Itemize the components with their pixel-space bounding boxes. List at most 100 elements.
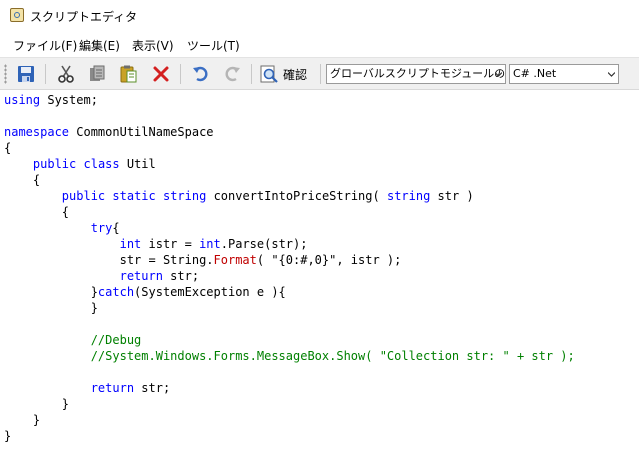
code-token: str;	[134, 381, 171, 395]
code-token: str;	[162, 269, 200, 283]
code-line: str = String.Format( "{0:#,0}", istr );	[4, 252, 402, 268]
module-select-value: グローバルスクリプトモジュールのエ	[330, 67, 506, 80]
code-token: }	[4, 285, 98, 299]
copy-icon	[90, 65, 105, 81]
language-select[interactable]: C# .Net	[509, 64, 619, 84]
redo-button[interactable]	[220, 62, 244, 86]
save-button[interactable]	[14, 62, 38, 86]
code-token: int	[119, 237, 142, 251]
code-token: Util	[119, 157, 156, 171]
code-token: {	[4, 173, 41, 187]
code-token: using	[4, 93, 41, 107]
code-line: }catch(SystemException e ){	[4, 284, 286, 300]
code-line: {	[4, 204, 69, 220]
code-line: using System;	[4, 92, 98, 108]
module-select[interactable]: グローバルスクリプトモジュールのエ	[326, 64, 506, 84]
code-token: namespace	[4, 125, 70, 139]
code-token: int	[199, 237, 221, 251]
language-select-value: C# .Net	[513, 67, 557, 80]
cut-button[interactable]	[54, 62, 78, 86]
code-token: class	[83, 157, 120, 171]
code-line: public static string convertIntoPriceStr…	[4, 188, 474, 204]
code-token: {	[4, 205, 70, 219]
code-token: {	[112, 221, 120, 235]
save-icon	[18, 66, 34, 82]
magnifier-icon	[260, 65, 278, 83]
chevron-down-icon	[495, 72, 502, 77]
code-line: }	[4, 396, 69, 412]
confirm-button[interactable]: 確認	[259, 62, 315, 86]
undo-button[interactable]	[189, 62, 213, 86]
menu-edit[interactable]: 編集(E)	[79, 37, 120, 54]
toolbar-grip[interactable]	[4, 64, 7, 84]
copy-button[interactable]	[85, 62, 109, 86]
code-token: convertIntoPriceString(	[206, 189, 387, 203]
toolbar-separator	[251, 64, 252, 84]
code-line: return str;	[4, 380, 170, 396]
code-token: public	[61, 189, 106, 203]
menu-tools[interactable]: ツール(T)	[187, 37, 240, 54]
code-token: string	[386, 189, 431, 203]
code-token: static	[112, 189, 156, 203]
code-line: }	[4, 300, 98, 316]
redo-icon	[225, 66, 240, 82]
code-token: //Debug	[90, 333, 142, 347]
title-bar: スクリプトエディタ	[0, 0, 639, 31]
code-token: }	[4, 397, 70, 411]
code-token: //System.Windows.Forms.MessageBox.Show( …	[90, 349, 575, 363]
code-line: //System.Windows.Forms.MessageBox.Show( …	[4, 348, 575, 364]
app-icon	[10, 8, 24, 22]
code-line: try{	[4, 220, 120, 236]
toolbar-separator	[180, 64, 181, 84]
menu-view[interactable]: 表示(V)	[132, 37, 174, 54]
code-token: }	[4, 429, 12, 443]
paste-icon	[120, 65, 137, 83]
code-token: istr =	[141, 237, 200, 251]
code-line: {	[4, 172, 40, 188]
code-token: ( "{0:#,0}", istr );	[256, 253, 402, 267]
paste-button[interactable]	[116, 62, 140, 86]
code-token: return	[90, 381, 135, 395]
code-token: {	[4, 141, 12, 155]
code-token: }	[4, 413, 41, 427]
code-line: //Debug	[4, 332, 142, 348]
code-line: namespace CommonUtilNameSpace	[4, 124, 214, 140]
code-line: }	[4, 428, 11, 444]
code-token: }	[4, 301, 98, 315]
scissors-icon	[58, 65, 74, 83]
code-token: str )	[430, 189, 474, 203]
code-token: return	[119, 269, 163, 283]
toolbar-separator	[320, 64, 321, 84]
toolbar-separator	[45, 64, 46, 84]
menu-bar: ファイル(F) 編集(E) 表示(V) ツール(T)	[0, 31, 639, 57]
code-token: public	[32, 157, 77, 171]
menu-file[interactable]: ファイル(F)	[13, 37, 77, 54]
code-editor[interactable]: using System; namespace CommonUtilNameSpa…	[0, 90, 639, 453]
code-token: CommonUtilNameSpace	[69, 125, 214, 139]
code-line: }	[4, 412, 40, 428]
window-title: スクリプトエディタ	[30, 10, 138, 24]
code-token: string	[162, 189, 207, 203]
toolbar: 確認 グローバルスクリプトモジュールのエ C# .Net	[0, 57, 639, 90]
confirm-label: 確認	[283, 67, 308, 82]
chevron-down-icon	[608, 72, 615, 77]
delete-button[interactable]	[149, 62, 173, 86]
code-line: public class Util	[4, 156, 156, 172]
code-line: {	[4, 140, 11, 156]
code-token: Format	[213, 253, 257, 267]
undo-icon	[193, 66, 208, 82]
code-token: (SystemException e ){	[134, 285, 286, 299]
code-token: .Parse(str);	[220, 237, 308, 251]
code-token: catch	[97, 285, 135, 299]
code-token: try	[90, 221, 113, 235]
